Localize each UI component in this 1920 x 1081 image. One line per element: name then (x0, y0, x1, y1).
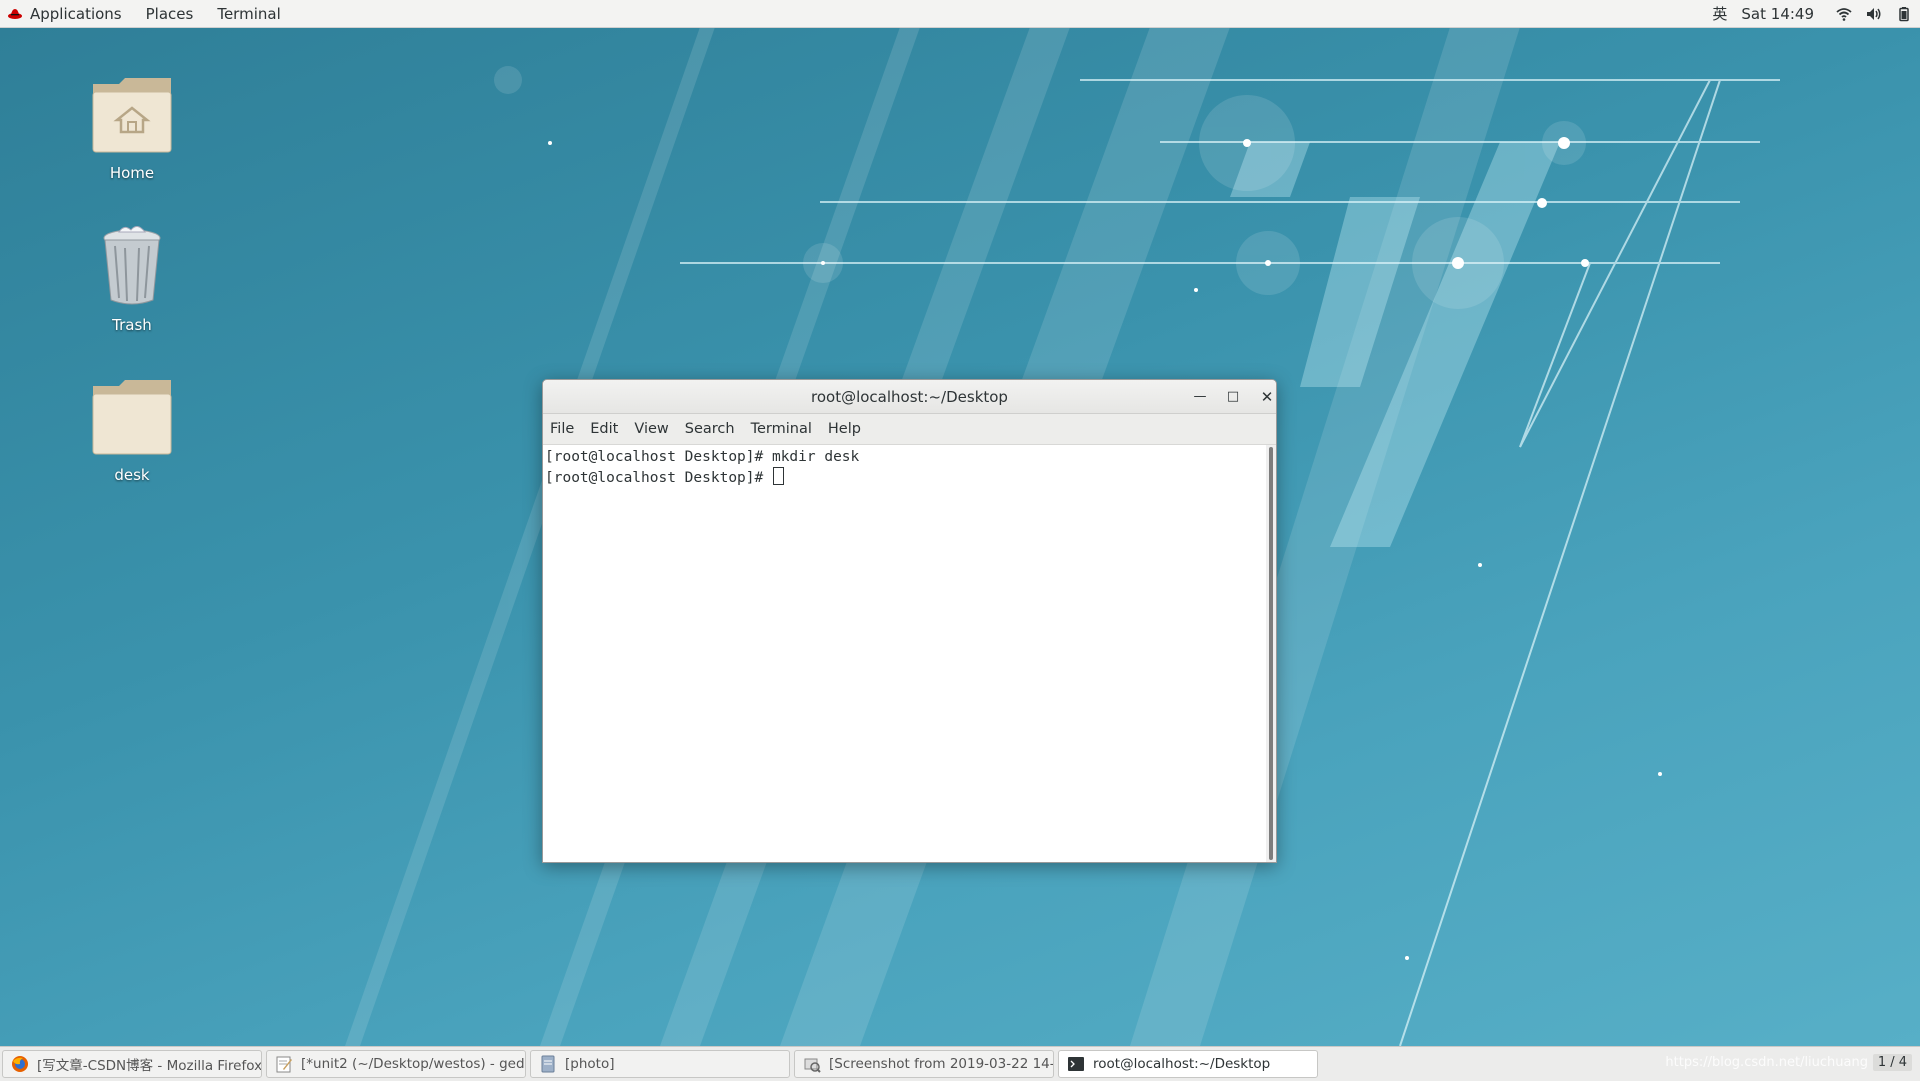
trash-label: Trash (112, 316, 152, 334)
window-title: root@localhost:~/Desktop (811, 388, 1008, 406)
terminal-app-label: Terminal (217, 4, 281, 23)
minimize-button[interactable]: — (1189, 386, 1211, 408)
screenshot-icon (804, 1058, 821, 1073)
folder-icon (92, 380, 172, 455)
task-terminal-label: root@localhost:~/Desktop (1093, 1056, 1271, 1072)
desktop-icon-trash[interactable]: Trash (72, 222, 192, 334)
terminal-icon (1068, 1057, 1084, 1071)
terminal-prompt: [root@localhost Desktop]# (545, 469, 772, 486)
terminal-line: [root@localhost Desktop]# mkdir desk (545, 449, 860, 465)
battery-icon[interactable] (1896, 6, 1912, 22)
task-firefox[interactable]: [写文章-CSDN博客 - Mozilla Firefox] (2, 1050, 262, 1078)
task-terminal[interactable]: root@localhost:~/Desktop (1058, 1050, 1318, 1078)
task-photo[interactable]: [photo] (530, 1050, 790, 1078)
trash-icon (103, 226, 161, 305)
bottom-taskbar: [写文章-CSDN博客 - Mozilla Firefox] [*unit2 (… (0, 1046, 1920, 1081)
places-menu[interactable]: Places (134, 0, 206, 27)
gedit-icon (276, 1056, 292, 1073)
scrollbar-thumb[interactable] (1269, 447, 1273, 860)
applications-label: Applications (30, 4, 122, 23)
applications-menu[interactable]: Applications (0, 0, 134, 27)
top-panel: Applications Places Terminal 英 Sat 14:49 (0, 0, 1920, 28)
desktop-icon-desk[interactable]: desk (72, 372, 192, 484)
task-firefox-label: [写文章-CSDN博客 - Mozilla Firefox] (37, 1058, 262, 1074)
terminal-menubar: File Edit View Search Terminal Help (543, 414, 1276, 445)
task-screenshot[interactable]: [Screenshot from 2019-03-22 14-... (794, 1050, 1054, 1078)
desktop-icon-home[interactable]: Home (72, 70, 192, 182)
input-method-indicator[interactable]: 英 (1712, 3, 1727, 24)
close-button[interactable]: ✕ (1256, 386, 1278, 408)
menu-view[interactable]: View (626, 421, 676, 437)
menu-terminal[interactable]: Terminal (743, 421, 820, 437)
task-gedit[interactable]: [*unit2 (~/Desktop/westos) - gedit] (266, 1050, 526, 1078)
scrollbar[interactable] (1266, 445, 1276, 862)
menu-edit[interactable]: Edit (582, 421, 626, 437)
terminal-output[interactable]: [root@localhost Desktop]# mkdir desk [roo… (543, 445, 1266, 862)
terminal-prompt-line: [root@localhost Desktop]# (545, 466, 1264, 488)
task-gedit-label: [*unit2 (~/Desktop/westos) - gedit] (301, 1056, 526, 1072)
volume-icon[interactable] (1866, 6, 1882, 22)
task-photo-label: [photo] (565, 1056, 615, 1072)
places-label: Places (145, 4, 194, 23)
terminal-window[interactable]: root@localhost:~/Desktop — □ ✕ File Edit… (542, 379, 1277, 863)
menu-help[interactable]: Help (820, 421, 869, 437)
menu-search[interactable]: Search (677, 421, 743, 437)
text-cursor (772, 466, 784, 485)
terminal-app-menu[interactable]: Terminal (205, 0, 292, 27)
redhat-icon (8, 8, 22, 19)
watermark: https://blog.csdn.net/liuchuang (1665, 1055, 1868, 1070)
file-icon (541, 1055, 555, 1073)
workspace-indicator[interactable]: 1 / 4 (1872, 1054, 1912, 1071)
menu-file[interactable]: File (543, 421, 582, 437)
clock[interactable]: Sat 14:49 (1741, 5, 1814, 23)
task-screenshot-label: [Screenshot from 2019-03-22 14-... (829, 1056, 1054, 1072)
maximize-button[interactable]: □ (1222, 386, 1244, 408)
home-folder-icon (92, 78, 172, 153)
wifi-icon[interactable] (1836, 6, 1852, 22)
home-label: Home (109, 164, 155, 182)
window-titlebar[interactable]: root@localhost:~/Desktop — □ ✕ (543, 380, 1276, 414)
firefox-icon (12, 1056, 28, 1072)
desk-label: desk (114, 466, 150, 484)
